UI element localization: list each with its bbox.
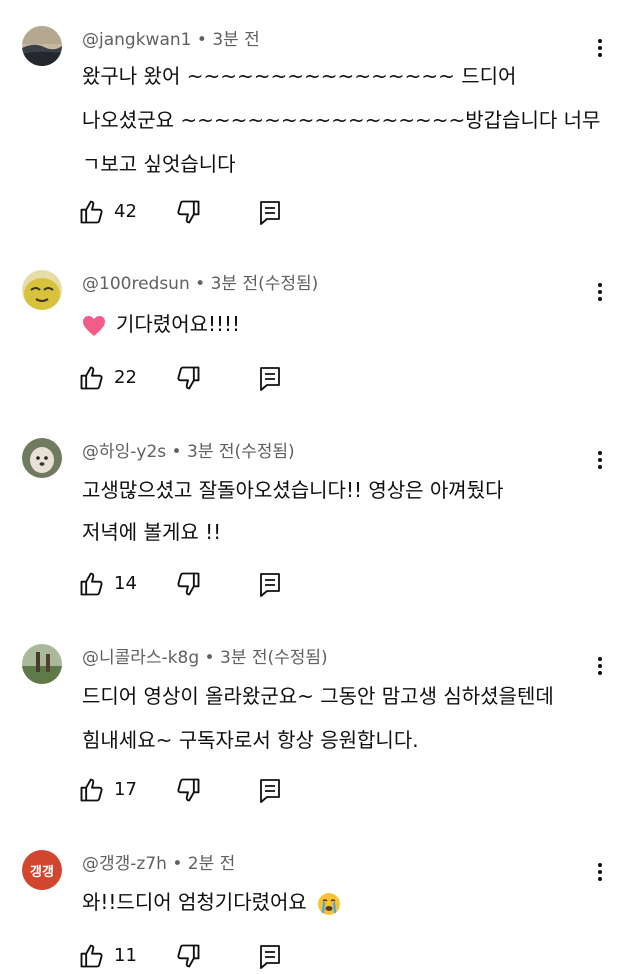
thumbs-down-icon bbox=[177, 944, 200, 968]
avatar[interactable] bbox=[22, 644, 62, 684]
edited-label: (수정됨) bbox=[258, 274, 319, 294]
comment-time: 3분 전 bbox=[187, 442, 235, 462]
edited-label: (수정됨) bbox=[234, 442, 295, 462]
more-options-icon[interactable] bbox=[592, 280, 608, 304]
like-count: 17 bbox=[114, 779, 137, 800]
like-count: 11 bbox=[114, 945, 137, 966]
edited-label: (수정됨) bbox=[267, 648, 328, 668]
comment-actions: 22 bbox=[78, 364, 298, 394]
heart-emoji-icon bbox=[83, 315, 105, 336]
thumbs-up-icon bbox=[80, 572, 103, 596]
like-count: 22 bbox=[114, 367, 137, 388]
comment-time: 3분 전 bbox=[212, 30, 260, 50]
like-button[interactable]: 11 bbox=[78, 942, 137, 974]
avatar[interactable] bbox=[22, 438, 62, 478]
comment-time: 2분 전 bbox=[187, 854, 236, 874]
author-handle[interactable]: @갱갱-z7h bbox=[82, 854, 167, 874]
comment-actions: 42 bbox=[78, 198, 298, 228]
reply-button[interactable] bbox=[258, 366, 282, 396]
like-button[interactable]: 22 bbox=[78, 364, 137, 396]
comment-meta: @갱갱-z7h • 2분 전 bbox=[82, 852, 235, 876]
comment-text: 고생많으셨고 잘돌아오셨습니다!! 영상은 아껴뒀다 bbox=[82, 478, 504, 502]
crying-face-emoji-icon bbox=[318, 892, 341, 915]
reply-button[interactable] bbox=[258, 200, 282, 230]
comment-actions: 14 bbox=[78, 570, 298, 600]
landscape-avatar-icon bbox=[22, 26, 62, 66]
avatar[interactable] bbox=[22, 270, 62, 310]
comment-text: 나오셨군요 ~~~~~~~~~~~~~~~~~방갑습니다 너무 bbox=[82, 108, 601, 132]
comment-text: 힘내세요~ 구독자로서 항상 응원합니다. bbox=[82, 728, 419, 752]
reply-icon bbox=[260, 367, 280, 391]
dog-avatar-icon bbox=[22, 438, 62, 478]
thumbs-up-icon bbox=[80, 200, 103, 224]
reply-button[interactable] bbox=[258, 944, 282, 974]
comment-text-body: 기다렸어요!!!! bbox=[116, 312, 241, 336]
reply-icon bbox=[260, 573, 280, 597]
like-count: 14 bbox=[114, 573, 137, 594]
thumbs-down-icon bbox=[177, 200, 200, 224]
dislike-button[interactable] bbox=[174, 776, 202, 808]
dislike-button[interactable] bbox=[174, 570, 202, 602]
comment-meta: @니콜라스-k8g • 3분 전(수정됨) bbox=[82, 646, 328, 670]
comment-text-body: 와!!드디어 엄청기다렸어요 bbox=[82, 890, 307, 914]
thumbs-up-icon bbox=[80, 778, 103, 802]
comment-text: 와!!드디어 엄청기다렸어요 bbox=[82, 880, 602, 924]
avatar[interactable] bbox=[22, 26, 62, 66]
comment-text: 저녁에 볼게요 !! bbox=[82, 520, 222, 544]
thumbs-up-icon bbox=[80, 944, 103, 968]
dislike-button[interactable] bbox=[174, 364, 202, 396]
reply-icon bbox=[260, 201, 280, 225]
comment-actions: 17 bbox=[78, 776, 298, 806]
thumbs-down-icon bbox=[177, 572, 200, 596]
comment-text: 드디어 영상이 올라왔군요~ 그동안 맘고생 심하셨을텐데 bbox=[82, 684, 554, 708]
comment-meta: @100redsun • 3분 전(수정됨) bbox=[82, 272, 318, 296]
avatar[interactable]: 갱갱 bbox=[22, 850, 62, 890]
comment-text: ㄱ보고 싶엇습니다 bbox=[82, 152, 236, 176]
dislike-button[interactable] bbox=[174, 198, 202, 230]
comment-meta: @하잉-y2s • 3분 전(수정됨) bbox=[82, 440, 295, 464]
like-count: 42 bbox=[114, 201, 137, 222]
reply-icon bbox=[260, 945, 280, 969]
comment-text: 기다렸어요!!!! bbox=[82, 302, 602, 346]
meta-separator: • bbox=[189, 274, 211, 294]
outdoor-avatar-icon bbox=[22, 644, 62, 684]
dislike-button[interactable] bbox=[174, 942, 202, 974]
comment-meta: @jangkwan1 • 3분 전 bbox=[82, 28, 260, 52]
character-avatar-icon bbox=[22, 270, 62, 310]
author-handle[interactable]: @100redsun bbox=[82, 274, 190, 294]
like-button[interactable]: 17 bbox=[78, 776, 137, 808]
like-button[interactable]: 42 bbox=[78, 198, 137, 230]
reply-button[interactable] bbox=[258, 572, 282, 602]
comment-time: 3분 전 bbox=[210, 274, 259, 294]
comment-text: 왔구나 왔어 ~~~~~~~~~~~~~~~~ 드디어 bbox=[82, 64, 517, 88]
meta-separator: • bbox=[199, 648, 220, 668]
reply-button[interactable] bbox=[258, 778, 282, 808]
author-handle[interactable]: @니콜라스-k8g bbox=[82, 648, 199, 668]
thumbs-down-icon bbox=[177, 366, 200, 390]
reply-icon bbox=[260, 779, 280, 803]
like-button[interactable]: 14 bbox=[78, 570, 137, 602]
meta-separator: • bbox=[191, 30, 213, 50]
avatar-text: 갱갱 bbox=[30, 864, 54, 880]
author-handle[interactable]: @하잉-y2s bbox=[82, 442, 166, 462]
thumbs-down-icon bbox=[177, 778, 200, 802]
meta-separator: • bbox=[166, 442, 187, 462]
author-handle[interactable]: @jangkwan1 bbox=[82, 30, 191, 50]
thumbs-up-icon bbox=[80, 366, 103, 390]
meta-separator: • bbox=[166, 854, 188, 874]
comment-time: 3분 전 bbox=[220, 648, 268, 668]
